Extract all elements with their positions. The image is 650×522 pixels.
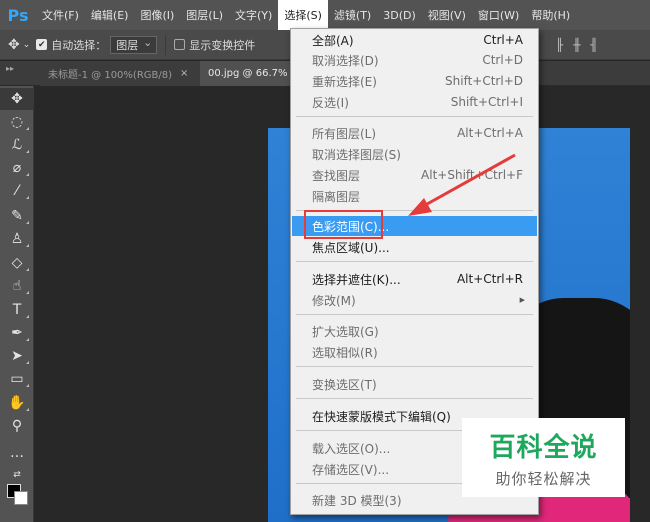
show-transform-checkbox[interactable] [174, 39, 186, 50]
quick-select-icon[interactable]: ⌀ [0, 157, 34, 179]
brush-icon[interactable]: ✎ [0, 205, 34, 227]
menu-item-select-all[interactable]: 全部(A) Ctrl+A [292, 30, 537, 50]
menu-item-shortcut: Alt+Ctrl+A [457, 126, 523, 140]
menu-item-label: 焦点区域(U)... [312, 240, 390, 255]
auto-select-label: 自动选择： [51, 38, 107, 52]
menu-item-inverse[interactable]: 反选(I) Shift+Ctrl+I [292, 92, 537, 112]
menu-item-label: 选取相似(R) [312, 345, 378, 360]
menu-item-label: 全部(A) [312, 33, 354, 48]
auto-select-dropdown[interactable]: 图层 [110, 35, 158, 54]
menu-item-label: 取消选择(D) [312, 53, 379, 68]
pen-icon[interactable]: ✒ [0, 322, 34, 344]
align-right-icon[interactable]: ╢ [590, 38, 597, 52]
document-tab-active[interactable]: 00.jpg @ 66.7% [200, 61, 290, 86]
menu-item-shortcut: Shift+Ctrl+D [445, 74, 523, 88]
menu-layer[interactable]: 图层(L) [180, 0, 229, 30]
menu-item-shortcut: Shift+Ctrl+I [450, 95, 523, 109]
ps-logo: Ps [7, 5, 29, 25]
more-icon[interactable]: … [0, 442, 34, 464]
menu-item-label: 修改(M) [312, 293, 356, 308]
menu-edit[interactable]: 编辑(E) [85, 0, 135, 30]
marquee-icon[interactable]: ◌ [0, 111, 34, 133]
menu-item-label: 选择并遮住(K)... [312, 272, 401, 287]
menu-filter[interactable]: 滤镜(T) [328, 0, 377, 30]
type-icon[interactable]: T [0, 299, 34, 321]
move-tool-icon[interactable]: ✥ [8, 37, 20, 53]
menu-item-label: 存储选区(V)... [312, 462, 390, 477]
tools-panel: ✥ ◌ ℒ ⌀ ⁄ ✎ ♙ ◇ ☝ T ✒ ➤ ▭ ✋ ⚲ … ⇄ [0, 86, 34, 522]
submenu-arrow-icon: ▶ [519, 296, 525, 304]
menu-item-label: 扩大选取(G) [312, 324, 379, 339]
menu-item-deselect[interactable]: 取消选择(D) Ctrl+D [292, 50, 537, 70]
align-buttons: ╟ ╫ ╢ [556, 30, 598, 60]
menu-item-label: 载入选区(O)... [312, 441, 391, 456]
menu-window[interactable]: 窗口(W) [472, 0, 525, 30]
menu-item-shortcut: Ctrl+D [482, 53, 523, 67]
menu-item-label: 隔离图层 [312, 189, 361, 204]
menu-item-label: 新建 3D 模型(3) [312, 493, 402, 508]
path-select-icon[interactable]: ➤ [0, 345, 34, 367]
hand-icon[interactable]: ✋ [0, 392, 34, 414]
menu-item-label: 查找图层 [312, 168, 361, 183]
menu-item-label: 重新选择(E) [312, 74, 377, 89]
align-center-icon[interactable]: ╫ [573, 38, 580, 52]
menu-item-select-and-mask[interactable]: 选择并遮住(K)... Alt+Ctrl+R [292, 269, 537, 289]
tab-label: 未标题-1 @ 100%(RGB/8) [48, 70, 173, 81]
menu-item-label: 在快速蒙版模式下编辑(Q) [312, 409, 451, 424]
auto-select-checkbox[interactable]: ✔ [36, 39, 48, 50]
divider [165, 34, 167, 55]
menu-image[interactable]: 图像(I) [134, 0, 180, 30]
menu-item-focus-area[interactable]: 焦点区域(U)... [292, 237, 537, 257]
annotation-arrow-icon [408, 153, 516, 216]
smudge-icon[interactable]: ☝ [0, 275, 34, 297]
move-icon[interactable]: ✥ [0, 88, 34, 110]
align-left-icon[interactable]: ╟ [556, 38, 563, 52]
menu-item-label: 反选(I) [312, 95, 349, 110]
menu-3d[interactable]: 3D(D) [377, 0, 422, 30]
photoshop-window: Ps 文件(F) 编辑(E) 图像(I) 图层(L) 文字(Y) 选择(S) 滤… [0, 0, 650, 522]
watermark-title: 百科全说 [489, 432, 598, 463]
menu-item-modify[interactable]: 修改(M) ▶ [292, 290, 537, 310]
menu-separator [296, 366, 533, 367]
stamp-icon[interactable]: ♙ [0, 228, 34, 250]
tab-label: 00.jpg @ 66.7% [208, 68, 288, 79]
eyedropper-icon[interactable]: ⁄ [0, 180, 34, 202]
menu-item-grow[interactable]: 扩大选取(G) [292, 321, 537, 341]
watermark-subtitle: 助你轻松解决 [495, 469, 592, 488]
document-tab[interactable]: 未标题-1 @ 100%(RGB/8) × [40, 61, 200, 86]
menu-view[interactable]: 视图(V) [422, 0, 472, 30]
menu-help[interactable]: 帮助(H) [525, 0, 576, 30]
menu-file[interactable]: 文件(F) [36, 0, 85, 30]
menu-item-label: 变换选区(T) [312, 377, 377, 392]
menu-item-similar[interactable]: 选取相似(R) [292, 342, 537, 362]
annotation-highlight-box [304, 210, 383, 239]
menu-separator [296, 314, 533, 315]
menu-item-reselect[interactable]: 重新选择(E) Shift+Ctrl+D [292, 71, 537, 91]
menu-separator [296, 261, 533, 262]
rectangle-icon[interactable]: ▭ [0, 368, 34, 390]
show-transform-label: 显示变换控件 [189, 38, 256, 52]
menu-item-shortcut: Alt+Ctrl+R [456, 272, 523, 286]
lasso-icon[interactable]: ℒ [0, 134, 34, 156]
menu-select[interactable]: 选择(S) [278, 0, 328, 30]
menu-separator [296, 116, 533, 117]
watermark: 百科全说 助你轻松解决 [462, 418, 625, 497]
menu-separator [296, 398, 533, 399]
menu-type[interactable]: 文字(Y) [229, 0, 278, 30]
close-icon[interactable]: × [180, 68, 188, 79]
menu-item-transform-selection[interactable]: 变换选区(T) [292, 374, 537, 394]
menu-item-all-layers[interactable]: 所有图层(L) Alt+Ctrl+A [292, 123, 537, 143]
eraser-icon[interactable]: ◇ [0, 252, 34, 274]
menu-item-shortcut: Ctrl+A [483, 33, 523, 47]
swap-colors-icon[interactable]: ⇄ [0, 464, 34, 486]
menu-item-label: 所有图层(L) [312, 126, 377, 141]
background-color-swatch[interactable] [14, 491, 28, 505]
menu-bar: Ps 文件(F) 编辑(E) 图像(I) 图层(L) 文字(Y) 选择(S) 滤… [0, 0, 650, 30]
collapse-panel-icon[interactable]: ▸▸ [6, 64, 14, 73]
tool-preset-chevron-icon[interactable]: ⌄ [23, 40, 31, 50]
zoom-icon[interactable]: ⚲ [0, 415, 34, 437]
